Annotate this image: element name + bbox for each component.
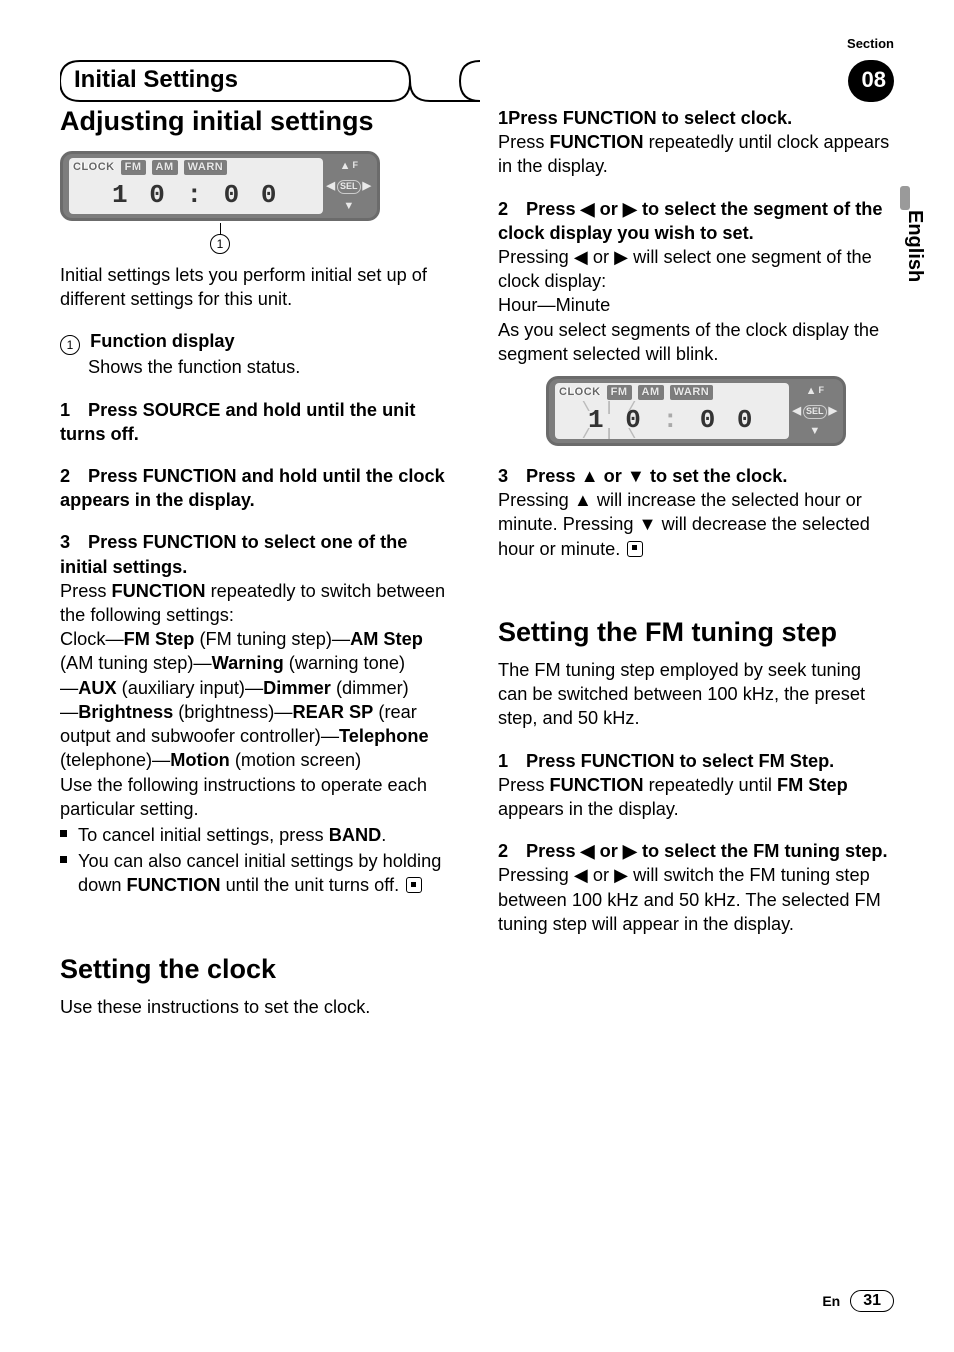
section-number: 08 (862, 67, 886, 93)
left-arrow-icon: ◀ (327, 181, 335, 192)
left-arrow-icon: ◀ (574, 865, 588, 885)
left-column: Adjusting initial settings CLOCK FM AM W… (60, 106, 456, 1019)
footer-lang: En (822, 1293, 840, 1309)
settings-chain-6: (telephone)—Motion (motion screen) (60, 748, 456, 772)
right-column: 1Press FUNCTION to select clock. Press F… (498, 106, 894, 1019)
intro-text: Initial settings lets you perform initia… (60, 263, 456, 311)
settings-chain-2: (AM tuning step)—Warning (warning tone) (60, 651, 456, 675)
lang-tab-marker (900, 186, 910, 210)
lcd2-nav-pad: ▲F ◀SEL▶ ▼ (793, 383, 837, 439)
left-arrow-icon: ◀ (581, 199, 595, 219)
right-arrow-icon: ▶ (623, 199, 637, 219)
step3-num: 3 (60, 530, 88, 554)
down-arrow-icon: ▼ (343, 201, 354, 212)
bullet-cancel-function: You can also cancel initial settings by … (60, 849, 456, 897)
up-arrow-icon: ▲ (340, 161, 351, 172)
header-title: Initial Settings (74, 66, 238, 94)
page-number: 31 (850, 1290, 894, 1312)
right-arrow-icon: ▶ (614, 865, 628, 885)
function-display-item: 1 Function display Shows the function st… (60, 329, 456, 379)
blink-bottom-icon: / | \ (582, 426, 639, 439)
lcd2-chip-fm: FM (607, 385, 632, 400)
lcd1-chip-warn: WARN (184, 160, 228, 175)
lcd1-callout: 1 (60, 223, 380, 249)
clock-step-1: 1Press FUNCTION to select clock. Press F… (498, 106, 894, 179)
fm-intro: The FM tuning step employed by seek tuni… (498, 658, 894, 731)
up-arrow-icon: ▲ (574, 490, 592, 510)
settings-chain-5: output and subwoofer controller)—Telepho… (60, 724, 456, 748)
use-following: Use the following instructions to operat… (60, 773, 456, 821)
left-arrow-icon: ◀ (793, 406, 801, 417)
fm-step-1: 1Press FUNCTION to select FM Step. Press… (498, 749, 894, 822)
lcd1-chip-am: AM (152, 160, 178, 175)
up-arrow-icon: ▲ (581, 466, 599, 486)
page-footer: En 31 (822, 1290, 894, 1312)
clock-step-2: 2Press ◀ or ▶ to select the segment of t… (498, 197, 894, 366)
lcd1-clock-label: CLOCK (73, 160, 115, 175)
right-arrow-icon: ▶ (614, 247, 628, 267)
manual-page: Section Initial Settings 08 English Adju… (0, 0, 954, 1352)
fn-display-title: Function display (90, 331, 235, 351)
header-curve-svg (60, 60, 894, 102)
down-arrow-icon: ▼ (627, 466, 645, 486)
down-arrow-icon: ▼ (809, 426, 820, 437)
lcd-illustration-2: CLOCK FM AM WARN \ | / 1 0 / | \ : (546, 376, 846, 446)
step1-num: 1 (60, 398, 88, 422)
step-2: 2Press FUNCTION and hold until the clock… (60, 464, 456, 512)
up-arrow-icon: ▲ (806, 386, 817, 397)
circled-1-icon: 1 (60, 335, 80, 355)
end-section-icon (406, 877, 422, 893)
lcd2-clock-label: CLOCK (559, 385, 601, 400)
step1-text: Press SOURCE and hold until the unit tur… (60, 400, 415, 444)
end-section-icon (627, 541, 643, 557)
settings-chain-3: —AUX (auxiliary input)—Dimmer (dimmer) (60, 676, 456, 700)
bullet-icon (60, 823, 68, 847)
fn-display-body: Shows the function status. (60, 355, 456, 379)
blink-top-icon: \ | / (582, 399, 639, 418)
right-arrow-icon: ▶ (623, 841, 637, 861)
right-arrow-icon: ▶ (363, 181, 371, 192)
lcd1-time: 1 0 : 0 0 (69, 178, 323, 213)
fm-step-2: 2Press ◀ or ▶ to select the FM tuning st… (498, 839, 894, 936)
lcd1-f-label: F (352, 160, 358, 172)
lcd2-time: \ | / 1 0 / | \ : 0 0 (555, 403, 789, 438)
clock-step-3: 3Press ▲ or ▼ to set the clock. Pressing… (498, 464, 894, 561)
lcd1-nav-pad: ▲F ◀SEL▶ ▼ (327, 158, 371, 214)
down-arrow-icon: ▼ (639, 514, 657, 534)
lcd-illustration-1: CLOCK FM AM WARN 1 0 : 0 0 ▲F ◀SEL▶ ▼ (60, 151, 380, 249)
language-tab: English (903, 210, 926, 282)
step-3: 3Press FUNCTION to select one of the ini… (60, 530, 456, 897)
section-label: Section (847, 36, 894, 51)
clock-intro: Use these instructions to set the clock. (60, 995, 456, 1019)
header-bar: Initial Settings 08 (60, 60, 894, 102)
step3-body: Press FUNCTION repeatedly to switch betw… (60, 579, 456, 627)
bullet-icon (60, 849, 68, 897)
settings-chain-1: Clock—FM Step (FM tuning step)—AM Step (60, 627, 456, 651)
lcd1-sel: SEL (337, 180, 361, 194)
step2-text: Press FUNCTION and hold until the clock … (60, 466, 445, 510)
lcd1-chip-fm: FM (121, 160, 146, 175)
step2-num: 2 (60, 464, 88, 488)
lcd2-chip-warn: WARN (670, 385, 714, 400)
heading-adjusting: Adjusting initial settings (60, 106, 456, 137)
left-arrow-icon: ◀ (574, 247, 588, 267)
right-arrow-icon: ▶ (829, 406, 837, 417)
left-arrow-icon: ◀ (581, 841, 595, 861)
callout-1-icon: 1 (210, 234, 230, 254)
settings-chain-4: —Brightness (brightness)—REAR SP (rear (60, 700, 456, 724)
bullet-cancel-band: To cancel initial settings, press BAND. (60, 823, 456, 847)
step-1: 1Press SOURCE and hold until the unit tu… (60, 398, 456, 446)
heading-fm-step: Setting the FM tuning step (498, 617, 894, 648)
step3-text: Press FUNCTION to select one of the init… (60, 532, 407, 576)
heading-setting-clock: Setting the clock (60, 954, 456, 985)
lcd2-chip-am: AM (638, 385, 664, 400)
